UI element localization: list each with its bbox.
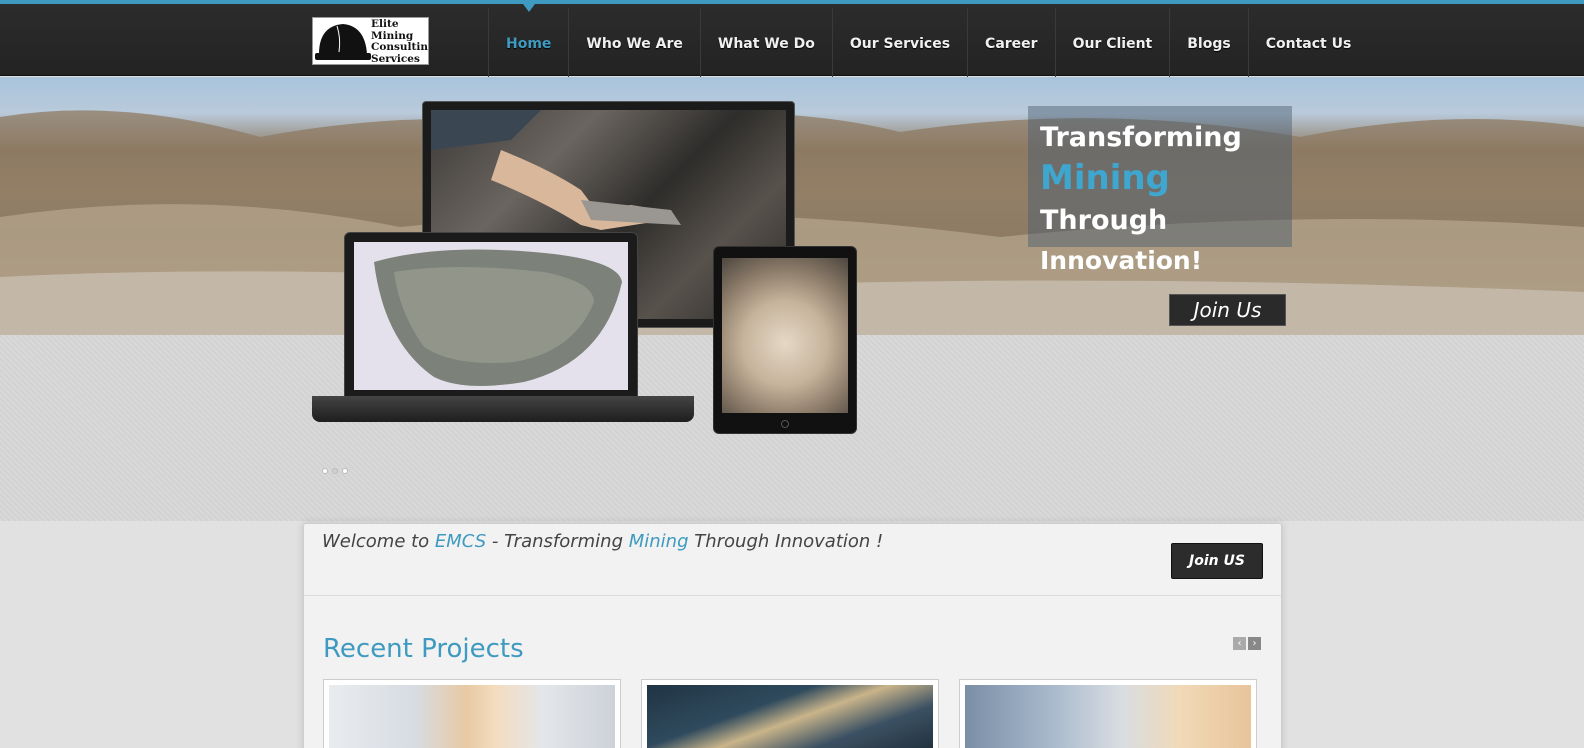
welcome-bar: Welcome to EMCS - Transforming Mining Th… [304, 524, 1281, 596]
nav-our-client[interactable]: Our Client [1054, 8, 1170, 80]
project-image-business-woman [329, 685, 615, 748]
caption-line-3: Innovation! [1040, 246, 1203, 275]
tablet-mineral-image [722, 258, 848, 413]
slider-dots [322, 468, 348, 474]
project-thumbnails [323, 679, 1257, 748]
slider-dot-3[interactable] [342, 468, 348, 474]
welcome-suffix: Through Innovation ! [688, 531, 884, 552]
laptop-device [344, 232, 638, 397]
nav-what-we-do[interactable]: What We Do [699, 8, 832, 80]
tablet-home-button [781, 420, 789, 428]
welcome-prefix: Welcome to [322, 531, 435, 552]
slider-dot-2[interactable] [332, 468, 338, 474]
site-header: Elite Mining Consulting Services Home Wh… [0, 4, 1584, 80]
content-card: Welcome to EMCS - Transforming Mining Th… [303, 523, 1282, 748]
hero-caption: Transforming Mining Through Innovation! [1028, 106, 1292, 275]
welcome-text: Welcome to EMCS - Transforming Mining Th… [322, 531, 883, 552]
welcome-join-button[interactable]: Join US [1171, 543, 1263, 579]
active-nav-pointer [523, 4, 535, 12]
nav-our-services[interactable]: Our Services [831, 8, 967, 80]
nav-career[interactable]: Career [967, 8, 1055, 80]
site-logo[interactable]: Elite Mining Consulting Services [312, 17, 429, 65]
caption-line-2: Mining Through [1040, 158, 1280, 241]
projects-carousel-controls: ‹ › [1233, 637, 1261, 650]
nav-home[interactable]: Home [488, 8, 568, 80]
project-thumbnail[interactable] [959, 679, 1257, 748]
nav-contact-us[interactable]: Contact Us [1247, 8, 1369, 80]
project-thumbnail[interactable] [641, 679, 939, 748]
nav-who-we-are[interactable]: Who We Are [568, 8, 699, 80]
recent-projects-title: Recent Projects [323, 634, 524, 664]
project-image-smiling-woman [965, 685, 1251, 748]
project-thumbnail[interactable] [323, 679, 621, 748]
project-image-architecture-model [647, 685, 933, 748]
next-arrow-icon[interactable]: › [1248, 637, 1261, 650]
nav-blogs[interactable]: Blogs [1169, 8, 1247, 80]
welcome-middle: - Transforming [486, 531, 629, 552]
caption-line-1: Transforming [1040, 122, 1242, 153]
logo-text: Elite Mining Consulting Services [371, 18, 429, 65]
caption-line-2-rest: Through [1040, 205, 1168, 236]
laptop-base [312, 396, 694, 422]
helmet-icon [315, 24, 371, 60]
welcome-brand: EMCS [434, 531, 487, 552]
prev-arrow-icon[interactable]: ‹ [1233, 637, 1246, 650]
caption-accent: Mining [1040, 158, 1170, 198]
welcome-accent: Mining [628, 531, 689, 552]
main-nav: Home Who We Are What We Do Our Services … [488, 8, 1368, 80]
tablet-device [713, 246, 857, 434]
hero-join-button[interactable]: Join Us [1169, 294, 1286, 326]
laptop-ore-image [354, 242, 628, 390]
slider-dot-1[interactable] [322, 468, 328, 474]
